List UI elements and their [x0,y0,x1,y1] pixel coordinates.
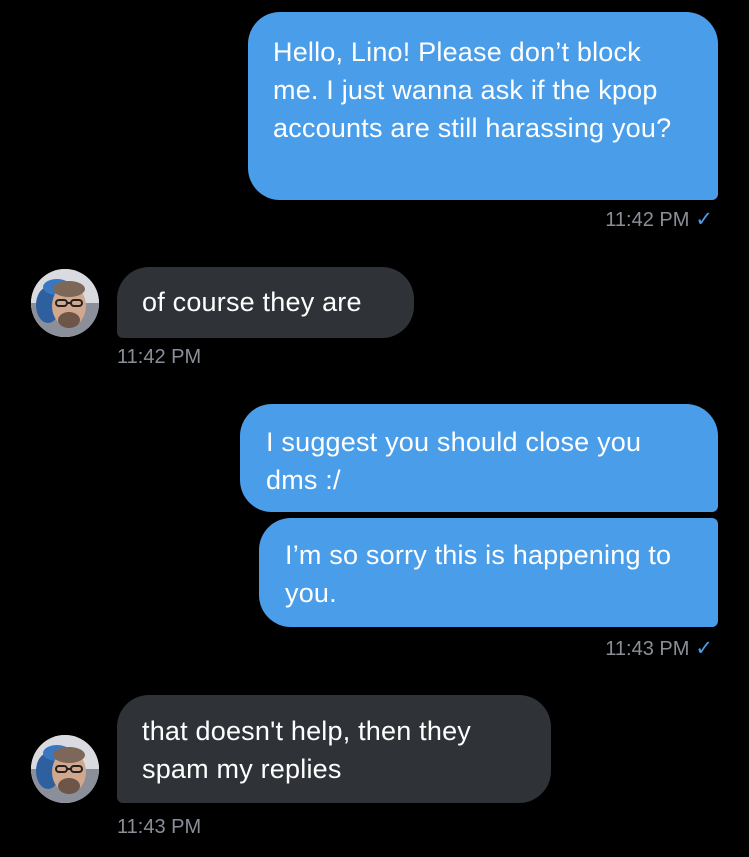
message-text: of course they are [142,287,362,317]
outgoing-message-bubble[interactable]: Hello, Lino! Please don’t block me. I ju… [248,12,718,200]
message-text: that doesn't help, then they spam my rep… [142,716,471,784]
avatar-image [31,269,99,337]
avatar-image [31,735,99,803]
timestamp-text: 11:42 PM [605,209,690,231]
message-text: I suggest you should close you dms :/ [266,427,642,495]
timestamp-text: 11:43 PM [117,816,202,838]
timestamp-text: 11:42 PM [117,346,202,368]
message-timestamp: 11:42 PM [117,345,201,369]
message-text: Hello, Lino! Please don’t block me. I ju… [273,37,672,143]
incoming-message-bubble[interactable]: of course they are [117,267,414,338]
message-timestamp: 11:43 PM [117,815,201,839]
user-avatar[interactable] [31,269,99,337]
user-avatar[interactable] [31,735,99,803]
message-timestamp: 11:42 PM ✓ [605,208,713,232]
checkmark-icon: ✓ [695,637,713,660]
outgoing-message-bubble[interactable]: I suggest you should close you dms :/ [240,404,718,512]
incoming-message-bubble[interactable]: that doesn't help, then they spam my rep… [117,695,551,803]
checkmark-icon: ✓ [695,208,713,231]
timestamp-text: 11:43 PM [605,638,690,660]
message-timestamp: 11:43 PM ✓ [605,637,713,661]
message-text: I’m so sorry this is happening to you. [285,540,672,608]
outgoing-message-bubble[interactable]: I’m so sorry this is happening to you. [259,518,718,627]
